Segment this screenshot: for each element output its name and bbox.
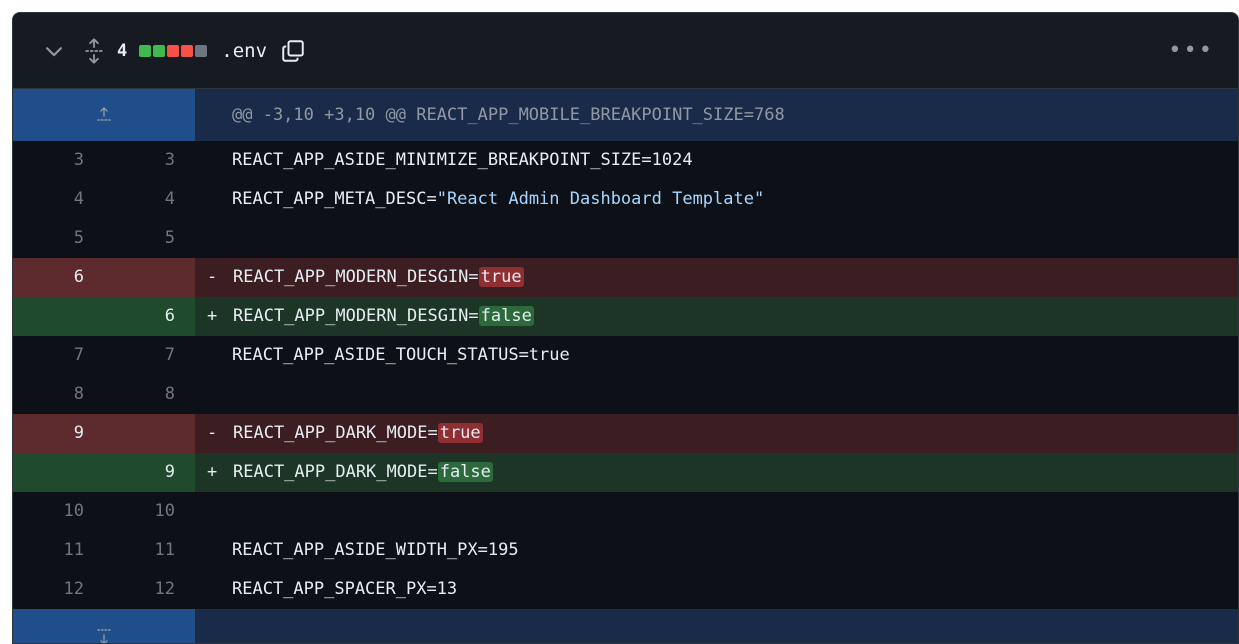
code-text: REACT_APP_MODERN_DESGIN= bbox=[233, 267, 479, 287]
line-code: REACT_APP_ASIDE_MINIMIZE_BREAKPOINT_SIZE… bbox=[195, 141, 1238, 180]
removed-word-highlight: true bbox=[437, 423, 483, 443]
code-text: REACT_APP_MODERN_DESGIN= bbox=[233, 306, 479, 326]
chevron-down-icon[interactable] bbox=[43, 40, 65, 62]
expand-down-button[interactable] bbox=[13, 609, 195, 643]
expand-up-icon bbox=[97, 107, 111, 121]
expand-up-button[interactable] bbox=[13, 89, 195, 141]
new-line-number[interactable]: 12 bbox=[104, 570, 195, 609]
file-name[interactable]: .env bbox=[221, 40, 267, 62]
diff-lines: 3 3 REACT_APP_ASIDE_MINIMIZE_BREAKPOINT_SI… bbox=[13, 141, 1238, 609]
deletion-marker: - bbox=[207, 267, 218, 287]
more-options-button[interactable]: ••• bbox=[1168, 38, 1214, 63]
diff-line-del: 9 - REACT_APP_DARK_MODE= true bbox=[13, 414, 1238, 453]
diff-line-add: 9 + REACT_APP_DARK_MODE= false bbox=[13, 453, 1238, 492]
hunk-footer bbox=[13, 609, 1238, 643]
old-line-number[interactable]: 5 bbox=[13, 219, 104, 258]
line-code: - REACT_APP_MODERN_DESGIN= true bbox=[195, 258, 1238, 297]
old-line-number[interactable]: 9 bbox=[13, 414, 104, 453]
diff-line-del: 6 - REACT_APP_MODERN_DESGIN= true bbox=[13, 258, 1238, 297]
diff-line-ctx: 3 3 REACT_APP_ASIDE_MINIMIZE_BREAKPOINT_SI… bbox=[13, 141, 1238, 180]
diffstat-bar bbox=[181, 44, 194, 57]
hunk-header: @@ -3,10 +3,10 @@ REACT_APP_MOBILE_BREAK… bbox=[13, 89, 1238, 141]
old-line-number[interactable]: 12 bbox=[13, 570, 104, 609]
diff-line-ctx: 88 bbox=[13, 375, 1238, 414]
new-line-number[interactable] bbox=[104, 258, 195, 297]
new-line-number[interactable]: 5 bbox=[104, 219, 195, 258]
diff-line-ctx: 10 10 bbox=[13, 492, 1238, 531]
diff-line-ctx: 7 7 REACT_APP_ASIDE_TOUCH_STATUS=true bbox=[13, 336, 1238, 375]
diff-line-ctx: 55 bbox=[13, 219, 1238, 258]
new-line-number[interactable]: 3 bbox=[104, 141, 195, 180]
new-line-number[interactable]: 6 bbox=[104, 297, 195, 336]
code-text: REACT_APP_DARK_MODE= bbox=[233, 462, 438, 482]
diffstat-bars bbox=[139, 44, 208, 57]
line-code: REACT_APP_SPACER_PX=13 bbox=[195, 570, 1238, 609]
new-line-number[interactable] bbox=[104, 414, 195, 453]
diffstat-bar bbox=[195, 44, 208, 57]
code-text: REACT_APP_DARK_MODE= bbox=[233, 423, 438, 443]
diff-line-ctx: 11 11 REACT_APP_ASIDE_WIDTH_PX=195 bbox=[13, 531, 1238, 570]
diff-view: 4 .env ••• @@ -3,10 +3,10 @@ REACT_APP_M… bbox=[12, 12, 1239, 644]
addition-marker: + bbox=[207, 462, 218, 482]
addition-marker: + bbox=[207, 306, 218, 326]
old-line-number[interactable]: 11 bbox=[13, 531, 104, 570]
line-code bbox=[195, 375, 1238, 414]
file-header: 4 .env ••• bbox=[13, 13, 1238, 89]
line-code bbox=[195, 492, 1238, 531]
line-code: + REACT_APP_DARK_MODE= false bbox=[195, 453, 1238, 492]
code-text: REACT_APP_ASIDE_MINIMIZE_BREAKPOINT_SIZE… bbox=[232, 150, 693, 170]
line-code: + REACT_APP_MODERN_DESGIN= false bbox=[195, 297, 1238, 336]
code-text: REACT_APP_META_DESC= bbox=[232, 189, 437, 209]
old-line-number[interactable] bbox=[13, 453, 104, 492]
diffstat-bar bbox=[167, 44, 180, 57]
line-code: - REACT_APP_DARK_MODE= true bbox=[195, 414, 1238, 453]
diff-line-ctx: 12 12 REACT_APP_SPACER_PX=13 bbox=[13, 570, 1238, 609]
added-word-highlight: false bbox=[437, 462, 493, 482]
line-code bbox=[195, 219, 1238, 258]
old-line-number[interactable]: 7 bbox=[13, 336, 104, 375]
line-code: REACT_APP_META_DESC="React Admin Dashboa… bbox=[195, 180, 1238, 219]
code-text: REACT_APP_ASIDE_WIDTH_PX=195 bbox=[232, 540, 519, 560]
deletion-marker: - bbox=[207, 423, 218, 443]
diffstat-bar bbox=[153, 44, 166, 57]
old-line-number[interactable]: 4 bbox=[13, 180, 104, 219]
old-line-number[interactable]: 3 bbox=[13, 141, 104, 180]
diffstat-bar bbox=[139, 44, 152, 57]
copy-icon[interactable] bbox=[281, 39, 305, 63]
new-line-number[interactable]: 8 bbox=[104, 375, 195, 414]
line-code: REACT_APP_ASIDE_WIDTH_PX=195 bbox=[195, 531, 1238, 570]
changes-count: 4 bbox=[117, 40, 128, 61]
old-line-number[interactable]: 8 bbox=[13, 375, 104, 414]
expand-down-icon bbox=[97, 628, 111, 643]
old-line-number[interactable]: 6 bbox=[13, 258, 104, 297]
old-line-number[interactable]: 10 bbox=[13, 492, 104, 531]
expand-all-icon[interactable] bbox=[83, 37, 105, 64]
new-line-number[interactable]: 11 bbox=[104, 531, 195, 570]
new-line-number[interactable]: 10 bbox=[104, 492, 195, 531]
new-line-number[interactable]: 4 bbox=[104, 180, 195, 219]
string-literal: "React Admin Dashboard Template" bbox=[436, 189, 765, 209]
diff-line-add: 6 + REACT_APP_MODERN_DESGIN= false bbox=[13, 297, 1238, 336]
line-code: REACT_APP_ASIDE_TOUCH_STATUS=true bbox=[195, 336, 1238, 375]
code-text: REACT_APP_SPACER_PX=13 bbox=[232, 579, 458, 599]
hunk-header-text: @@ -3,10 +3,10 @@ REACT_APP_MOBILE_BREAK… bbox=[232, 105, 785, 125]
removed-word-highlight: true bbox=[478, 267, 524, 287]
added-word-highlight: false bbox=[478, 306, 534, 326]
code-text: REACT_APP_ASIDE_TOUCH_STATUS=true bbox=[232, 345, 570, 365]
new-line-number[interactable]: 9 bbox=[104, 453, 195, 492]
diff-line-ctx: 4 4 REACT_APP_META_DESC="React Admin Dashb… bbox=[13, 180, 1238, 219]
new-line-number[interactable]: 7 bbox=[104, 336, 195, 375]
old-line-number[interactable] bbox=[13, 297, 104, 336]
